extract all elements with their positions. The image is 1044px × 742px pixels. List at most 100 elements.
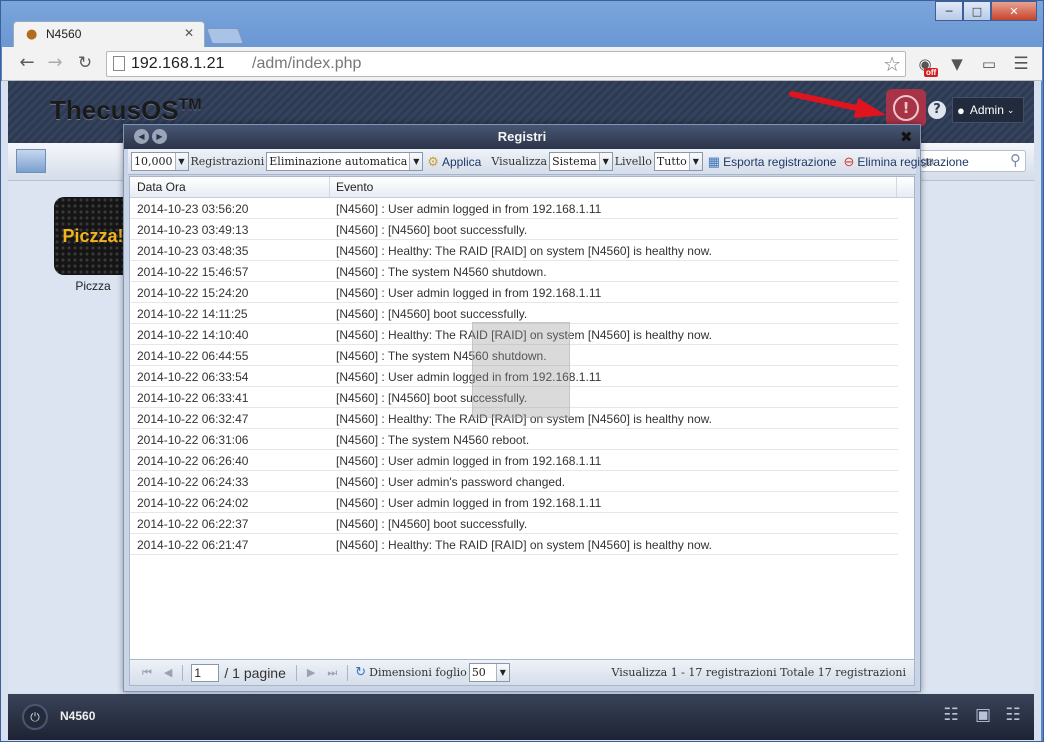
- chevron-down-icon: ⌄: [1006, 104, 1015, 115]
- table-row[interactable]: 2014-10-22 14:11:25 [N4560] : [N4560] boo…: [130, 303, 898, 324]
- disk-icon[interactable]: ▣: [972, 704, 994, 726]
- column-header-event[interactable]: Evento: [330, 177, 897, 197]
- extension-badge: off: [924, 68, 939, 77]
- page-number-input[interactable]: [191, 663, 220, 682]
- url-path: /adm/index.php: [252, 55, 362, 72]
- table-row[interactable]: 2014-10-22 06:24:02 [N4560] : User admin …: [130, 492, 898, 513]
- prev-page-icon[interactable]: ◀: [164, 666, 172, 679]
- bookmark-star-icon[interactable]: ☆: [883, 52, 901, 76]
- maximize-button[interactable]: □: [963, 1, 991, 21]
- tab-close-icon[interactable]: ✕: [184, 26, 194, 40]
- row-date: 2014-10-22 06:33:41: [137, 391, 249, 405]
- shield-extension-icon[interactable]: ▼: [946, 53, 968, 75]
- piczza-app-label[interactable]: Piczza: [54, 279, 132, 293]
- reload-icon[interactable]: ↻: [74, 53, 96, 73]
- user-icon: ●: [957, 102, 965, 118]
- user-label: Admin: [969, 103, 1004, 117]
- pagination-bar: ⏮ ◀ / 1 pagine ▶ ⏭ ↻ Dimensioni foglio 5…: [129, 660, 915, 686]
- tab-active[interactable]: ● N4560 ✕: [13, 21, 205, 47]
- row-event: [N4560] : [N4560] boot successfully.: [336, 223, 528, 237]
- export-label: Esporta registrazione: [723, 154, 837, 169]
- table-row[interactable]: 2014-10-22 06:31:06 [N4560] : The system …: [130, 429, 898, 450]
- first-page-icon[interactable]: ⏮: [142, 666, 152, 680]
- menu-icon[interactable]: ☰: [1010, 53, 1032, 75]
- table-row[interactable]: 2014-10-22 15:46:57 [N4560] : The system …: [130, 261, 898, 282]
- row-date: 2014-10-22 06:24:02: [137, 496, 249, 510]
- delete-log-button[interactable]: ⊖ Elimina registrazione: [843, 154, 968, 170]
- level-value: Tutto: [656, 155, 687, 168]
- level-select[interactable]: Tutto ▼: [653, 152, 703, 171]
- power-icon[interactable]: ⏻: [22, 704, 48, 730]
- table-row[interactable]: 2014-10-22 06:21:47 [N4560] : Healthy: Th…: [130, 534, 898, 555]
- watermark-logo: [472, 322, 570, 418]
- table-row[interactable]: 2014-10-23 03:56:20 [N4560] : User admin …: [130, 198, 898, 219]
- help-icon[interactable]: ?: [928, 101, 946, 119]
- tab-strip: ● N4560 ✕ ─ □ ✕: [1, 1, 1043, 47]
- table-row[interactable]: 2014-10-22 06:22:37 [N4560] : [N4560] boo…: [130, 513, 898, 534]
- log-count-value: 10,000: [134, 155, 173, 168]
- export-log-button[interactable]: ▦ Esporta registrazione: [708, 154, 837, 170]
- dialog-title: Registri: [497, 129, 547, 144]
- page-size-value: 50: [471, 666, 486, 679]
- chevron-down-icon: ▼: [598, 153, 612, 170]
- control-panel-icon[interactable]: [16, 149, 46, 173]
- row-event: [N4560] : The system N4560 reboot.: [336, 433, 530, 447]
- table-row[interactable]: 2014-10-23 03:48:35 [N4560] : Healthy: Th…: [130, 240, 898, 261]
- column-header-date[interactable]: Data Ora: [130, 177, 330, 197]
- back-arrow-icon[interactable]: ←: [16, 53, 38, 73]
- cast-icon[interactable]: ▭: [978, 53, 1000, 75]
- apply-button[interactable]: ⚙ Applica: [427, 154, 481, 170]
- next-page-icon[interactable]: ▶: [307, 666, 315, 679]
- page-size-select[interactable]: 50 ▼: [468, 663, 510, 682]
- hostname-label: N4560: [60, 709, 96, 723]
- row-date: 2014-10-22 06:22:37: [137, 517, 249, 531]
- logo-text: ThecusOS: [50, 95, 179, 125]
- user-menu-button[interactable]: ● Admin ⌄: [952, 97, 1024, 123]
- minimize-button[interactable]: ─: [935, 1, 963, 21]
- row-date: 2014-10-22 15:24:20: [137, 286, 249, 300]
- forward-arrow-icon[interactable]: →: [44, 53, 66, 73]
- refresh-icon[interactable]: ↻: [355, 665, 366, 680]
- row-date: 2014-10-22 15:46:57: [137, 265, 249, 279]
- network-icon[interactable]: ☷: [1002, 704, 1024, 726]
- log-count-select[interactable]: 10,000 ▼: [131, 152, 189, 171]
- mode-select[interactable]: Eliminazione automatica ▼: [266, 152, 424, 171]
- dialog-titlebar[interactable]: ◀ ▶ Registri ✖: [124, 125, 920, 149]
- user-favicon-icon: ●: [26, 27, 38, 42]
- table-row[interactable]: 2014-10-22 06:26:40 [N4560] : User admin …: [130, 450, 898, 471]
- alert-icon: !: [893, 95, 919, 121]
- row-event: [N4560] : Healthy: The RAID [RAID] on sy…: [336, 538, 712, 552]
- table-row[interactable]: 2014-10-23 03:49:13 [N4560] : [N4560] boo…: [130, 219, 898, 240]
- thecus-logo: ThecusOSTM: [50, 95, 202, 126]
- new-tab-button[interactable]: [206, 28, 244, 44]
- row-event: [N4560] : User admin logged in from 192.…: [336, 202, 602, 216]
- window-close-button[interactable]: ✕: [991, 1, 1037, 21]
- search-icon[interactable]: ⚲: [1010, 151, 1021, 169]
- logo-tm: TM: [178, 96, 202, 114]
- last-page-icon[interactable]: ⏭: [327, 666, 337, 680]
- piczza-app-icon[interactable]: Piczza!: [54, 197, 132, 275]
- row-date: 2014-10-22 06:26:40: [137, 454, 249, 468]
- database-icon[interactable]: ☷: [940, 704, 962, 726]
- row-date: 2014-10-23 03:56:20: [137, 202, 249, 216]
- table-row[interactable]: 2014-10-22 15:24:20 [N4560] : User admin …: [130, 282, 898, 303]
- row-date: 2014-10-22 14:10:40: [137, 328, 249, 342]
- save-icon: ▦: [707, 153, 721, 169]
- address-bar[interactable]: 192.168.1.21 /adm/index.php ☆: [106, 51, 906, 77]
- chevron-down-icon: ▼: [409, 153, 423, 170]
- mode-value: Eliminazione automatica: [269, 155, 408, 168]
- row-date: 2014-10-22 14:11:25: [137, 307, 248, 321]
- row-date: 2014-10-22 06:33:54: [137, 370, 249, 384]
- close-icon[interactable]: ✖: [900, 128, 913, 146]
- table-row[interactable]: 2014-10-22 06:24:33 [N4560] : User admin'…: [130, 471, 898, 492]
- alert-button[interactable]: !: [886, 89, 926, 127]
- row-date: 2014-10-22 06:21:47: [137, 538, 249, 552]
- url-host: 192.168.1.21: [131, 55, 225, 72]
- pager-divider: [182, 664, 184, 681]
- row-event: [N4560] : User admin logged in from 192.…: [336, 496, 602, 510]
- source-select[interactable]: Sistema ▼: [549, 152, 613, 171]
- taskbar: ⏻ N4560 ☷ ▣ ☷: [8, 694, 1034, 740]
- row-event: [N4560] : User admin logged in from 192.…: [336, 454, 602, 468]
- row-date: 2014-10-22 06:24:33: [137, 475, 249, 489]
- chevron-down-icon: ▼: [688, 153, 702, 170]
